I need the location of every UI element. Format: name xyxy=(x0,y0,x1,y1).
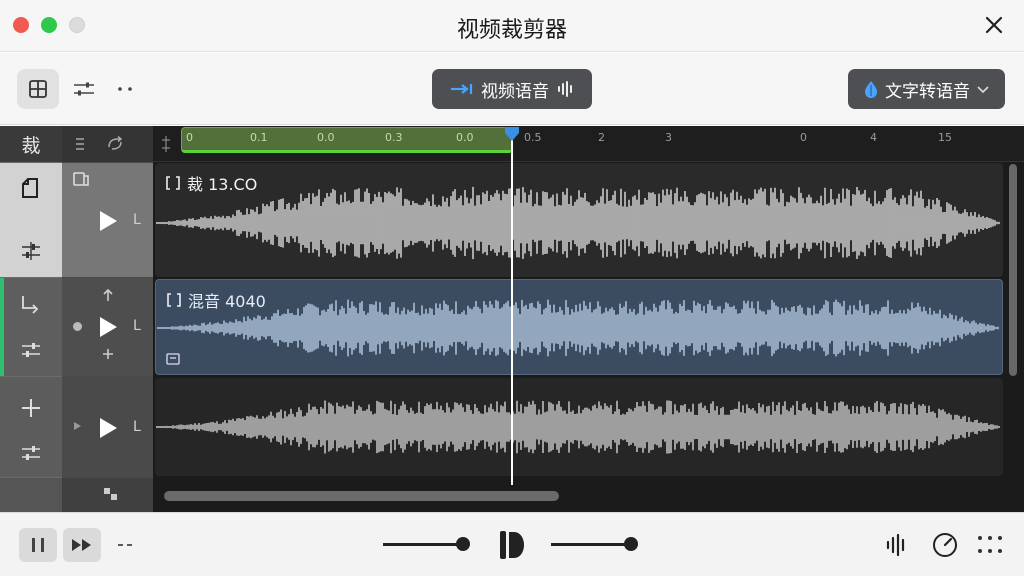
loop-icon[interactable] xyxy=(106,136,124,152)
sliders-icon xyxy=(74,82,94,96)
track-2-tools xyxy=(0,278,62,376)
dash-icon xyxy=(118,544,132,546)
timeline-editor: 裁 L L L 0 0.1 0.0 0.3 0.0 0.5 2 3 0 4 15… xyxy=(0,126,1024,512)
layout-grid-button[interactable] xyxy=(17,69,59,109)
adjust-button[interactable] xyxy=(68,69,100,109)
playhead-line[interactable] xyxy=(511,129,513,485)
chevron-down-icon xyxy=(977,86,989,94)
track-3-controls: L xyxy=(62,377,153,477)
title-bar: 视频裁剪器 xyxy=(0,0,1024,52)
waveform-1 xyxy=(156,186,1000,260)
speed-slider-track[interactable] xyxy=(551,543,631,546)
clip-marker-button[interactable] xyxy=(498,529,526,561)
vertical-scrollbar[interactable] xyxy=(1009,164,1017,376)
pause-button[interactable] xyxy=(19,528,57,562)
audio-track-2[interactable]: 混音 4040 xyxy=(155,279,1003,375)
ruler-tick-label: 15 xyxy=(938,131,952,144)
fast-forward-button[interactable] xyxy=(63,528,101,562)
audio-track-1[interactable]: 裁 13.CO xyxy=(155,163,1003,277)
ruler-tick-label: 0 xyxy=(186,131,193,144)
pause-icon xyxy=(32,538,44,552)
snap-icon[interactable] xyxy=(102,486,120,502)
ruler-handle-icon xyxy=(162,136,170,152)
fast-forward-icon xyxy=(72,539,91,551)
video-voice-label: 视频语音 xyxy=(481,81,549,102)
track-3-tools xyxy=(0,377,62,477)
ruler-tick-label: 0.0 xyxy=(317,131,335,144)
track-1-controls: L xyxy=(62,163,153,277)
waveform-2 xyxy=(157,299,999,357)
text-to-speech-button[interactable]: 文字转语音 xyxy=(848,69,1005,109)
audio-track-3[interactable] xyxy=(155,378,1003,476)
speed-slider-knob[interactable] xyxy=(624,537,638,551)
small-play-icon[interactable] xyxy=(73,421,82,431)
transport-bar xyxy=(0,512,1024,576)
close-icon[interactable] xyxy=(982,13,1006,37)
drop-icon xyxy=(865,81,877,98)
clip-thumb-icon xyxy=(166,353,180,365)
arrow-in-icon xyxy=(451,84,473,94)
volume-slider-knob[interactable] xyxy=(456,537,470,551)
marker-icon xyxy=(500,531,524,559)
audio-wave-icon xyxy=(886,533,905,557)
add-icon[interactable] xyxy=(20,397,42,419)
ruler-tick-label: 0.5 xyxy=(524,131,542,144)
audio-button[interactable] xyxy=(884,532,910,558)
trim-header-label: 裁 xyxy=(21,134,41,157)
audio-wave-icon xyxy=(558,81,572,97)
ruler-tick-label: 0.1 xyxy=(250,131,268,144)
apps-button[interactable] xyxy=(976,533,1004,557)
list-icon[interactable] xyxy=(74,137,86,151)
more-button[interactable] xyxy=(112,69,138,109)
video-voice-button[interactable]: 视频语音 xyxy=(432,69,592,109)
text-to-speech-label: 文字转语音 xyxy=(885,81,970,102)
footer-controls xyxy=(62,478,153,512)
ruler-tick-label: 0 xyxy=(800,131,807,144)
mixer-icon[interactable] xyxy=(20,443,42,463)
ruler-tick-label: 3 xyxy=(665,131,672,144)
track-1-side-label: L xyxy=(133,212,141,228)
more-options-button[interactable] xyxy=(114,537,136,553)
record-dot[interactable] xyxy=(73,322,82,331)
ruler-tick-label: 4 xyxy=(870,131,877,144)
window-title: 视频裁剪器 xyxy=(456,18,567,43)
waveform-3 xyxy=(156,400,1000,454)
mixer-icon[interactable] xyxy=(20,340,42,360)
file-icon[interactable] xyxy=(20,177,40,199)
track-1-tools xyxy=(0,163,62,277)
trim-corner-icon[interactable] xyxy=(20,294,42,316)
track-2-controls: L xyxy=(62,278,153,376)
clip-icon[interactable] xyxy=(72,171,90,187)
track-header-tools xyxy=(62,126,153,162)
grid-icon xyxy=(29,80,47,98)
up-icon[interactable] xyxy=(102,288,114,302)
trim-header[interactable]: 裁 xyxy=(0,126,62,162)
gauge-icon xyxy=(933,533,957,557)
footer-tool xyxy=(0,478,62,512)
toolbar: 视频语音 文字转语音 xyxy=(0,53,1024,125)
play-icon[interactable] xyxy=(98,210,118,232)
more-dots-icon xyxy=(118,87,132,91)
ruler-tick-label: 0.0 xyxy=(456,131,474,144)
track-3-side-label: L xyxy=(133,419,141,435)
volume-slider-track[interactable] xyxy=(383,543,463,546)
play-icon[interactable] xyxy=(98,417,118,439)
ruler-tick-label: 2 xyxy=(598,131,605,144)
add-icon[interactable] xyxy=(102,348,114,360)
track-2-side-label: L xyxy=(133,318,141,334)
grid-dots-icon xyxy=(978,536,1002,553)
ruler-tick-label: 0.3 xyxy=(385,131,403,144)
playhead-handle[interactable] xyxy=(503,126,521,142)
mixer-icon[interactable] xyxy=(20,241,42,261)
play-icon[interactable] xyxy=(98,316,118,338)
speed-gauge-button[interactable] xyxy=(931,531,959,559)
horizontal-scrollbar[interactable] xyxy=(164,491,559,501)
